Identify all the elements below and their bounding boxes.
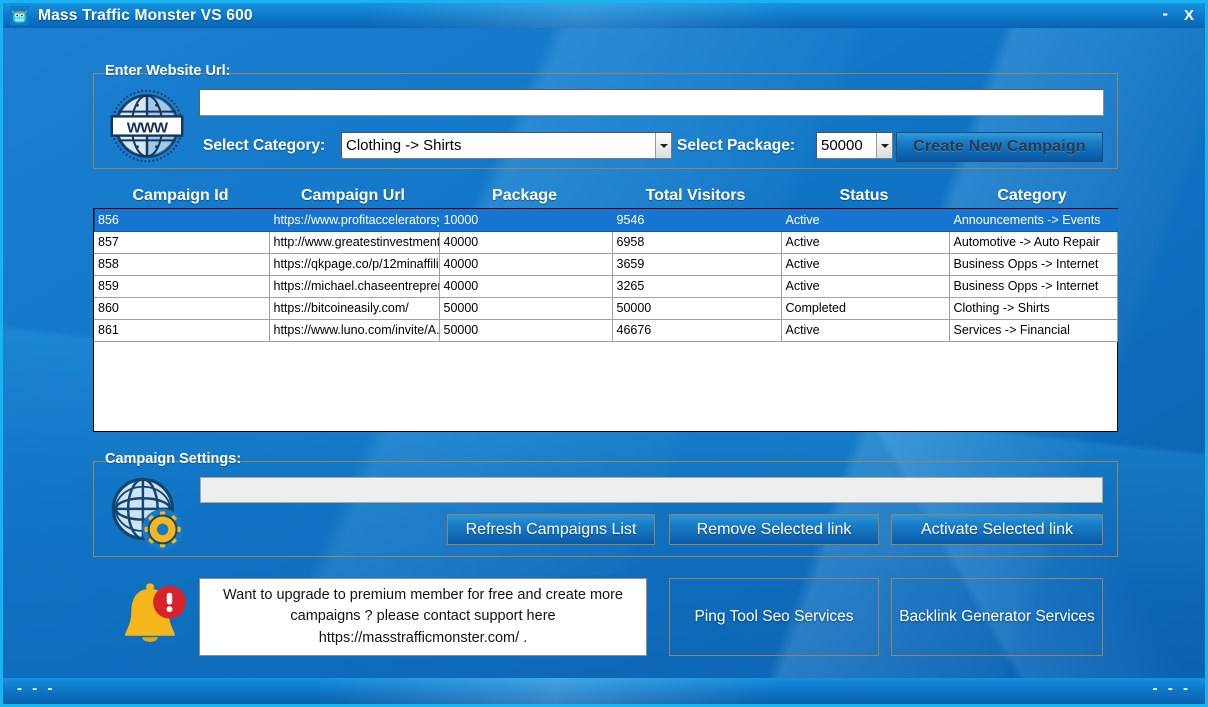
- cell-status: Active: [781, 275, 949, 297]
- cell-status: Active: [781, 231, 949, 253]
- cell-category: Business Opps -> Internet: [949, 275, 1117, 297]
- create-new-campaign-button[interactable]: Create New Campaign: [896, 132, 1103, 162]
- cell-campaign-id: 858: [94, 253, 269, 275]
- svg-text:WWW: WWW: [127, 119, 169, 136]
- cell-category: Clothing -> Shirts: [949, 297, 1117, 319]
- cell-campaign-url: https://bitcoineasily.com/: [269, 297, 439, 319]
- ping-tool-seo-services-button[interactable]: Ping Tool Seo Services: [669, 578, 879, 656]
- monster-icon: [10, 6, 29, 25]
- status-bar: - - - - - -: [3, 678, 1205, 704]
- cell-campaign-url: https://qkpage.co/p/12minaffili...: [269, 253, 439, 275]
- cell-category: Automotive -> Auto Repair: [949, 231, 1117, 253]
- activate-selected-link-button[interactable]: Activate Selected link: [891, 514, 1103, 545]
- column-header-campaign-url[interactable]: Campaign Url: [268, 183, 438, 208]
- campaigns-grid-header: Campaign Id Campaign Url Package Total V…: [93, 183, 1118, 208]
- cell-category: Announcements -> Events: [949, 209, 1117, 231]
- bell-alert-icon: [107, 578, 193, 656]
- chevron-down-icon[interactable]: [655, 133, 671, 158]
- column-header-category[interactable]: Category: [948, 183, 1116, 208]
- cell-package: 50000: [439, 319, 612, 341]
- table-row[interactable]: 860https://bitcoineasily.com/5000050000C…: [94, 297, 1117, 319]
- cell-total-visitors: 6958: [612, 231, 781, 253]
- column-header-package[interactable]: Package: [438, 183, 611, 208]
- campaigns-grid[interactable]: 856https://www.profitacceleratorsy...100…: [93, 208, 1118, 432]
- cell-status: Active: [781, 319, 949, 341]
- package-dropdown[interactable]: 50000: [816, 132, 893, 159]
- cell-package: 50000: [439, 297, 612, 319]
- cell-status: Completed: [781, 297, 949, 319]
- window-title: Mass Traffic Monster VS 600: [38, 7, 253, 25]
- www-globe-icon: WWW: [102, 86, 192, 166]
- chevron-down-icon[interactable]: [876, 133, 892, 158]
- cell-campaign-url: http://www.greatestinvestmente...: [269, 231, 439, 253]
- refresh-campaigns-list-button[interactable]: Refresh Campaigns List: [447, 514, 655, 545]
- cell-status: Active: [781, 209, 949, 231]
- backlink-generator-services-button[interactable]: Backlink Generator Services: [891, 578, 1103, 656]
- cell-category: Services -> Financial: [949, 319, 1117, 341]
- table-row[interactable]: 859https://michael.chaseentrepren...4000…: [94, 275, 1117, 297]
- status-bar-shine: [3, 678, 1205, 704]
- status-bar-right-text: - - -: [1153, 681, 1191, 696]
- cell-campaign-id: 860: [94, 297, 269, 319]
- globe-gear-icon: [103, 472, 191, 554]
- remove-selected-link-button[interactable]: Remove Selected link: [669, 514, 879, 545]
- cell-total-visitors: 3265: [612, 275, 781, 297]
- upgrade-notice-text: Want to upgrade to premium member for fr…: [210, 585, 636, 648]
- status-bar-left-text: - - -: [17, 681, 55, 696]
- settings-group-title: Campaign Settings:: [100, 451, 246, 467]
- cell-campaign-id: 859: [94, 275, 269, 297]
- table-row[interactable]: 856https://www.profitacceleratorsy...100…: [94, 209, 1117, 231]
- cell-category: Business Opps -> Internet: [949, 253, 1117, 275]
- package-selected-value: 50000: [817, 133, 876, 158]
- column-header-status[interactable]: Status: [780, 183, 948, 208]
- table-row[interactable]: 857http://www.greatestinvestmente...4000…: [94, 231, 1117, 253]
- cell-package: 40000: [439, 231, 612, 253]
- cell-campaign-id: 861: [94, 319, 269, 341]
- cell-campaign-id: 856: [94, 209, 269, 231]
- cell-campaign-url: https://michael.chaseentrepren...: [269, 275, 439, 297]
- cell-total-visitors: 9546: [612, 209, 781, 231]
- application-window: Mass Traffic Monster VS 600 - X Enter We…: [0, 0, 1208, 707]
- campaigns-table-body: 856https://www.profitacceleratorsy...100…: [94, 209, 1117, 341]
- column-header-campaign-id[interactable]: Campaign Id: [93, 183, 268, 208]
- cell-package: 40000: [439, 253, 612, 275]
- column-header-total-visitors[interactable]: Total Visitors: [611, 183, 780, 208]
- url-group-title: Enter Website Url:: [100, 63, 235, 79]
- cell-campaign-url: https://www.profitacceleratorsy...: [269, 209, 439, 231]
- cell-campaign-id: 857: [94, 231, 269, 253]
- cell-campaign-url: https://www.luno.com/invite/A...: [269, 319, 439, 341]
- minimize-button[interactable]: -: [1162, 5, 1168, 22]
- table-row[interactable]: 858https://qkpage.co/p/12minaffili...400…: [94, 253, 1117, 275]
- select-category-label: Select Category:: [203, 137, 325, 155]
- cell-package: 40000: [439, 275, 612, 297]
- category-dropdown[interactable]: Clothing -> Shirts: [341, 132, 672, 159]
- close-button[interactable]: X: [1184, 8, 1194, 23]
- window-controls: - X: [1162, 7, 1205, 24]
- cell-status: Active: [781, 253, 949, 275]
- table-row[interactable]: 861https://www.luno.com/invite/A...50000…: [94, 319, 1117, 341]
- select-package-label: Select Package:: [677, 137, 795, 155]
- cell-total-visitors: 3659: [612, 253, 781, 275]
- campaign-settings-input[interactable]: [200, 477, 1103, 503]
- upgrade-notice-box: Want to upgrade to premium member for fr…: [199, 578, 647, 656]
- cell-total-visitors: 46676: [612, 319, 781, 341]
- website-url-input[interactable]: [199, 89, 1104, 116]
- cell-package: 10000: [439, 209, 612, 231]
- campaigns-table: 856https://www.profitacceleratorsy...100…: [94, 209, 1118, 342]
- cell-total-visitors: 50000: [612, 297, 781, 319]
- category-selected-value: Clothing -> Shirts: [342, 133, 655, 158]
- title-bar: Mass Traffic Monster VS 600 - X: [3, 3, 1205, 28]
